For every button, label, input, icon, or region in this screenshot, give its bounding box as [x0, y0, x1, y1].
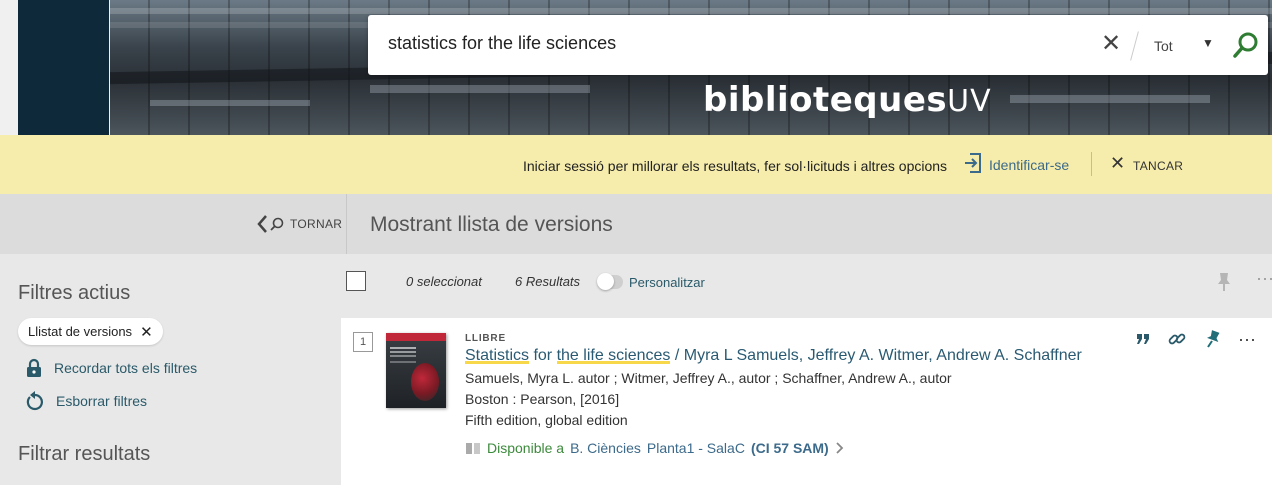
title-authors: / Myra L Samuels, Jeffrey A. Witmer, And… — [670, 347, 1082, 364]
title-text: for — [529, 347, 557, 364]
availability-status: Disponible a — [487, 440, 565, 456]
search-scope-select[interactable]: Tot — [1154, 38, 1173, 54]
chevron-right-icon[interactable] — [835, 441, 845, 455]
availability-location: Planta1 - SalaC — [646, 440, 745, 456]
book-cover-thumbnail[interactable] — [386, 333, 446, 408]
close-icon[interactable]: ✕ — [1110, 153, 1125, 174]
availability-line[interactable]: Disponible a B. Ciències Planta1 - SalaC… — [465, 440, 845, 456]
selected-count: 0 seleccionat — [406, 274, 482, 289]
result-title-link[interactable]: Statistics for the life sciences / Myra … — [465, 347, 1082, 365]
filter-results-heading: Filtrar resultats — [18, 443, 151, 465]
pin-icon[interactable] — [1216, 272, 1232, 292]
login-message: Iniciar sessió per millorar els resultat… — [523, 158, 948, 174]
result-edition: Fifth edition, global edition — [465, 412, 628, 428]
title-highlight: the life sciences — [556, 347, 671, 364]
results-nav-bar: TORNAR Mostrant llista de versions — [0, 194, 1272, 254]
result-actions: ··· — [1136, 330, 1256, 348]
result-authors: Samuels, Myra L. autor ; Witmer, Jeffrey… — [465, 370, 952, 386]
permalink-icon[interactable] — [1168, 330, 1186, 348]
clear-filters-button[interactable]: Esborrar filtres — [26, 391, 147, 411]
divider — [1091, 152, 1092, 176]
filters-sidebar: Filtres actius Llistat de versions ✕ Rec… — [0, 254, 340, 485]
active-filters-heading: Filtres actius — [18, 282, 131, 304]
pin-item-icon[interactable] — [1204, 330, 1220, 348]
logo-text: biblioteques — [703, 80, 948, 120]
chevron-left-icon — [257, 215, 267, 233]
search-divider — [1130, 31, 1139, 61]
active-filter-chip: Llistat de versions ✕ — [18, 318, 163, 345]
login-link[interactable]: Identificar-se — [989, 157, 1069, 173]
page-title: Mostrant llista de versions — [370, 213, 613, 236]
result-publication: Boston : Pearson, [2016] — [465, 391, 620, 407]
resource-type: LLIBRE — [465, 333, 506, 344]
library-logo[interactable]: bibliotequesUV — [703, 80, 992, 120]
login-banner: Iniciar sessió per millorar els resultat… — [0, 135, 1272, 194]
search-icon[interactable] — [1232, 31, 1260, 59]
remember-filters-label: Recordar tots els filtres — [54, 360, 198, 376]
personalize-label[interactable]: Personalitzar — [629, 275, 705, 290]
select-all-checkbox[interactable] — [346, 271, 366, 291]
remember-filters-button[interactable]: Recordar tots els filtres — [26, 358, 197, 378]
results-header: 0 seleccionat 6 Resultats Personalitzar … — [341, 254, 1272, 314]
sign-in-icon[interactable] — [964, 152, 982, 174]
back-button[interactable]: TORNAR — [256, 214, 342, 234]
result-item[interactable]: 1 LLIBRE Statistics for the life science… — [341, 318, 1272, 485]
results-count: 6 Resultats — [515, 274, 581, 289]
book-icon — [466, 443, 480, 454]
banner-dark-strip — [18, 0, 109, 135]
search-small-icon — [270, 217, 284, 231]
logo-suffix: UV — [947, 84, 992, 119]
clear-search-icon[interactable]: ✕ — [1101, 31, 1121, 57]
result-number[interactable]: 1 — [353, 332, 373, 352]
personalize-toggle[interactable] — [597, 273, 623, 290]
more-actions-icon[interactable]: ··· — [1238, 330, 1256, 348]
availability-call-number: (CI 57 SAM) — [750, 440, 829, 456]
reset-icon — [26, 391, 43, 411]
lock-icon — [27, 358, 41, 377]
clear-filters-label: Esborrar filtres — [56, 393, 148, 409]
availability-library: B. Ciències — [570, 440, 641, 456]
search-bar: statistics for the life sciences ✕ Tot ▼ — [368, 15, 1268, 75]
title-highlight: Statistics — [465, 347, 530, 364]
more-options-icon[interactable]: ··· — [1256, 268, 1272, 289]
close-button[interactable]: TANCAR — [1133, 159, 1183, 173]
filter-chip-label: Llistat de versions — [28, 324, 133, 339]
search-input[interactable]: statistics for the life sciences — [388, 33, 616, 54]
citation-icon[interactable] — [1136, 333, 1150, 345]
remove-filter-icon[interactable]: ✕ — [140, 323, 153, 341]
chevron-down-icon[interactable]: ▼ — [1202, 36, 1214, 50]
nav-divider — [346, 194, 347, 254]
back-label: TORNAR — [290, 217, 343, 231]
